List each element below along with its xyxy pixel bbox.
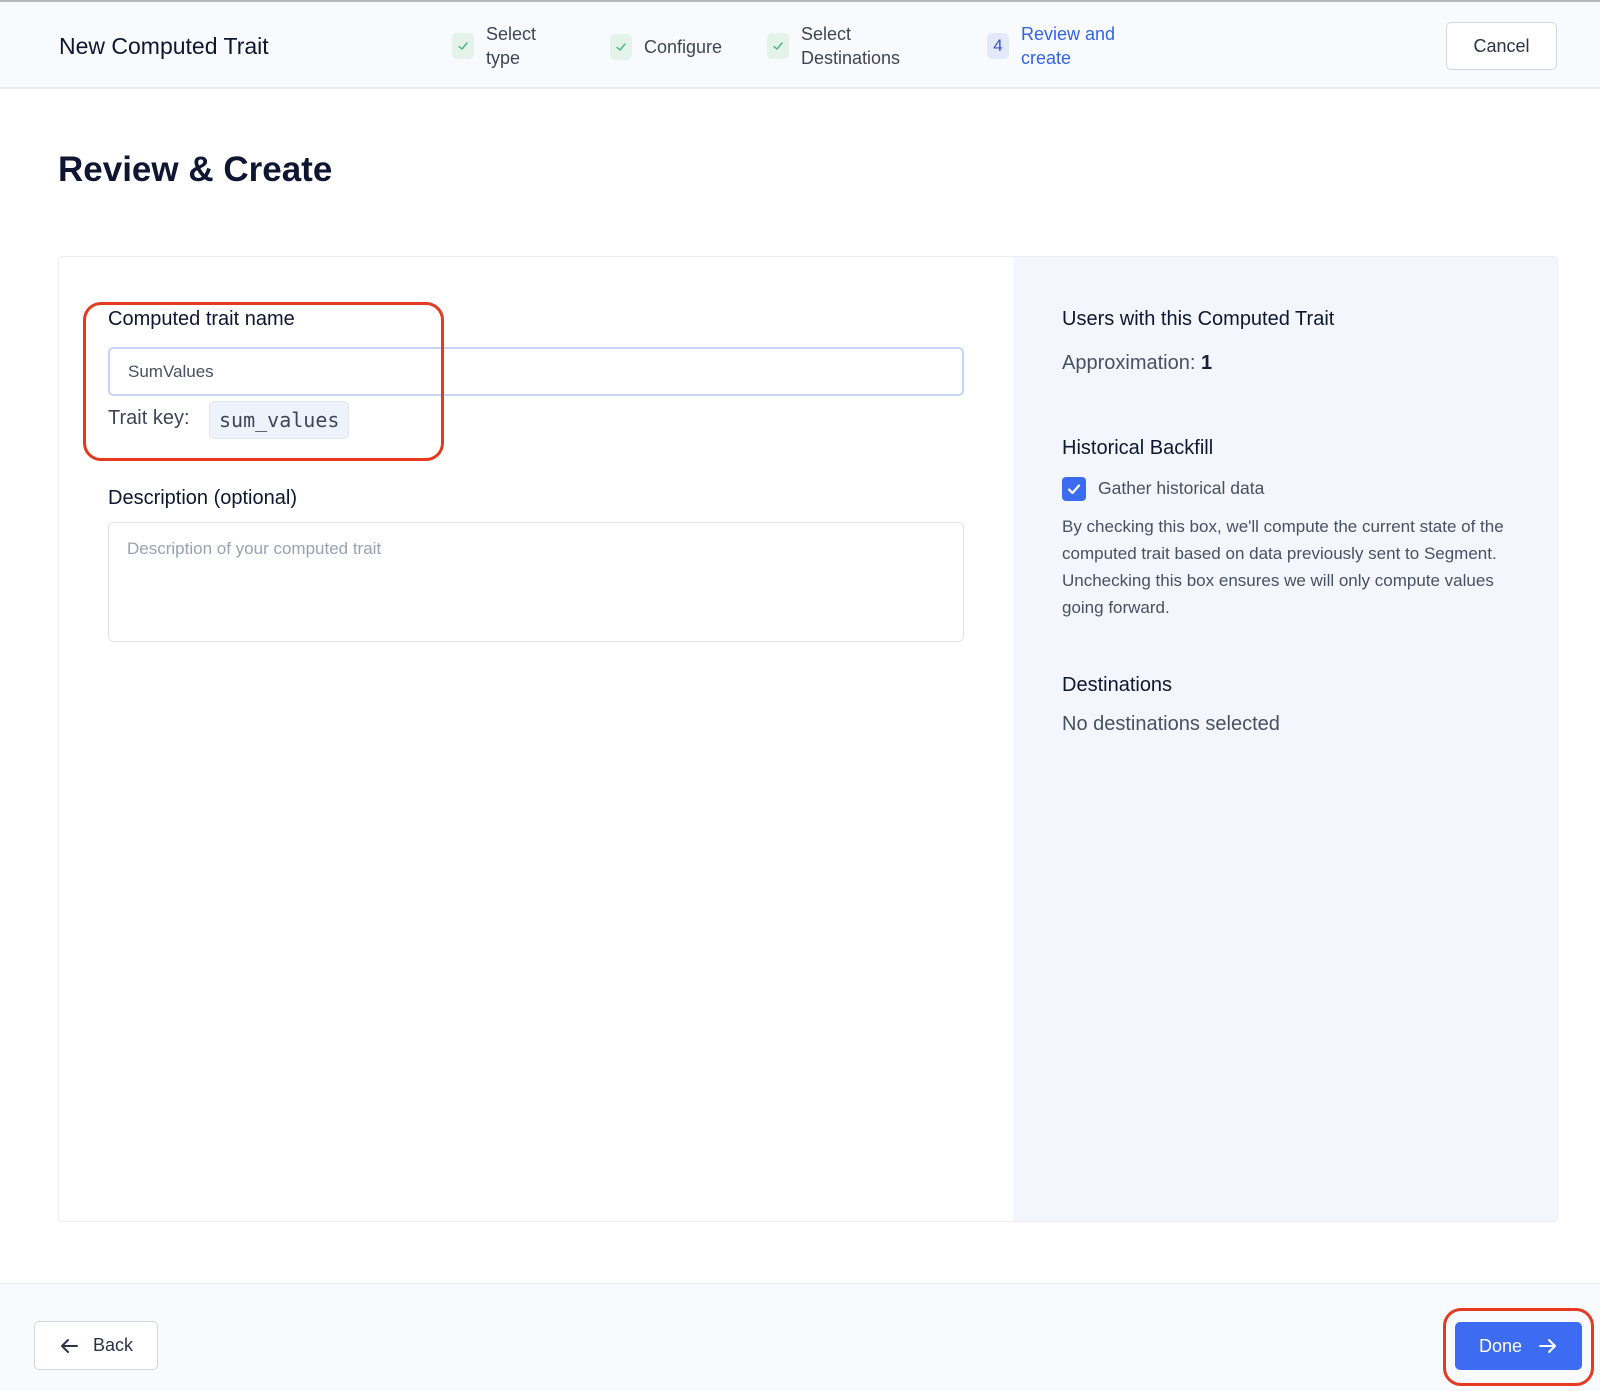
step-label: Review and create bbox=[1021, 24, 1116, 68]
step-select-destinations[interactable]: Select Destinations bbox=[767, 22, 900, 70]
check-icon bbox=[1067, 484, 1081, 495]
wizard-title: New Computed Trait bbox=[59, 33, 269, 59]
gather-historical-data-checkbox[interactable] bbox=[1062, 477, 1086, 501]
gather-historical-data-label[interactable]: Gather historical data bbox=[1098, 478, 1264, 499]
done-button-label: Done bbox=[1478, 1335, 1523, 1356]
approximation-value: 1 bbox=[1200, 352, 1213, 374]
trait-key-value: sum_values bbox=[209, 401, 350, 439]
destinations-value: No destinations selected bbox=[1062, 713, 1280, 735]
computed-trait-name-label: Computed trait name bbox=[108, 308, 295, 330]
step-configure[interactable]: Configure bbox=[610, 34, 722, 60]
destinations-heading: Destinations bbox=[1062, 674, 1173, 696]
page-title: Review & Create bbox=[58, 150, 333, 189]
step-number-badge: 4 bbox=[987, 33, 1009, 59]
review-card: Computed trait name Trait key: sum_value… bbox=[58, 256, 1558, 1222]
arrow-left-icon bbox=[59, 1338, 79, 1354]
users-heading: Users with this Computed Trait bbox=[1062, 308, 1335, 330]
backfill-heading: Historical Backfill bbox=[1062, 437, 1214, 459]
wizard-header: New Computed Trait Select type Configure … bbox=[0, 0, 1600, 89]
approximation-text: Approximation: 1 bbox=[1062, 352, 1213, 374]
step-select-type[interactable]: Select type bbox=[452, 22, 536, 70]
description-input[interactable] bbox=[108, 522, 964, 642]
step-label: Select Destinations bbox=[801, 24, 901, 68]
computed-trait-name-input[interactable] bbox=[108, 347, 964, 396]
trait-key-label: Trait key: bbox=[108, 407, 190, 429]
check-icon bbox=[452, 33, 474, 59]
step-review-and-create[interactable]: 4 Review and create bbox=[987, 22, 1115, 70]
check-icon bbox=[610, 34, 632, 60]
check-icon bbox=[767, 33, 789, 59]
wizard-footer: Back Done bbox=[0, 1283, 1600, 1391]
backfill-help-text: By checking this box, we'll compute the … bbox=[1062, 517, 1504, 617]
cancel-button[interactable]: Cancel bbox=[1446, 22, 1557, 70]
step-label: Select type bbox=[486, 24, 537, 68]
arrow-right-icon bbox=[1538, 1338, 1558, 1354]
back-button-label: Back bbox=[92, 1335, 134, 1355]
step-label: Configure bbox=[644, 37, 723, 57]
description-label: Description (optional) bbox=[108, 487, 297, 509]
done-button[interactable]: Done bbox=[1455, 1322, 1582, 1370]
summary-panel: Users with this Computed Trait Approxima… bbox=[1013, 257, 1557, 1221]
back-button[interactable]: Back bbox=[34, 1321, 158, 1370]
